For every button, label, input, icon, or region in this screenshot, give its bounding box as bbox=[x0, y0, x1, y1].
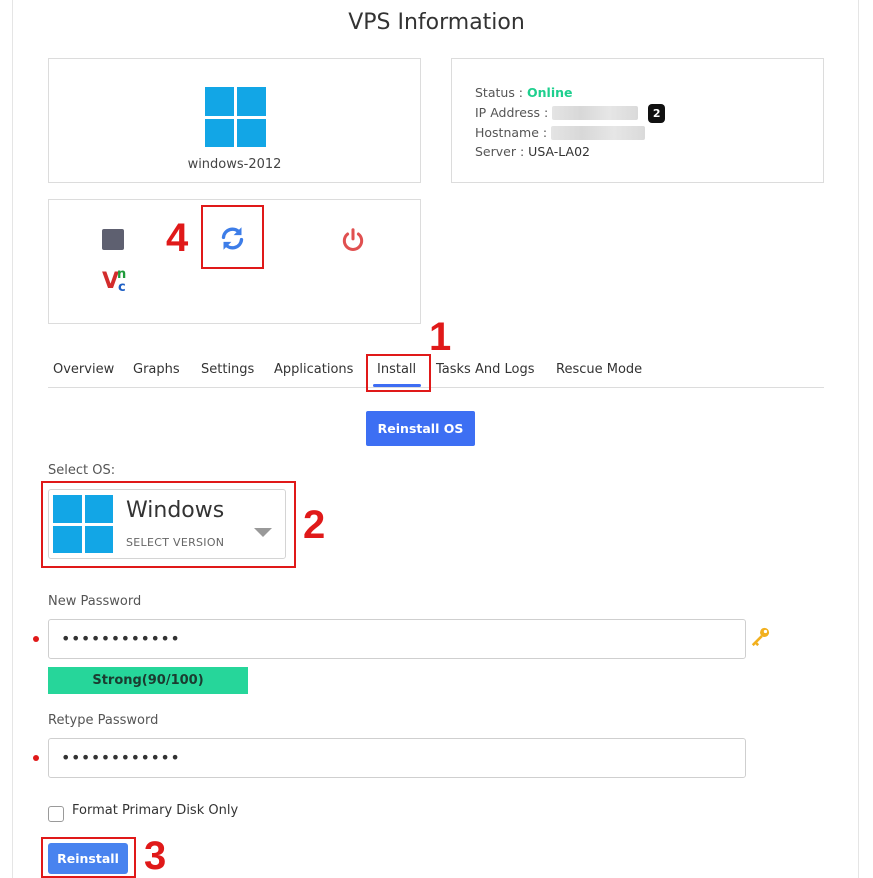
page-title: VPS Information bbox=[348, 10, 525, 35]
tab-overview[interactable]: Overview bbox=[53, 362, 114, 377]
tab-graphs[interactable]: Graphs bbox=[133, 362, 180, 377]
ip-badge: 2 bbox=[648, 103, 666, 123]
new-password-field[interactable]: •••••••••••• bbox=[48, 619, 746, 659]
server-value: USA-LA02 bbox=[528, 144, 590, 159]
server-line: Server : USA-LA02 bbox=[475, 142, 665, 162]
hostname-line: Hostname : bbox=[475, 123, 665, 143]
hostname-label: Hostname : bbox=[475, 124, 548, 140]
reinstall-os-button[interactable]: Reinstall OS bbox=[366, 411, 475, 446]
required-indicator bbox=[33, 755, 39, 761]
tab-bar: Overview Graphs Settings Applications In… bbox=[48, 358, 824, 388]
annotation-1: 1 bbox=[429, 315, 452, 359]
format-disk-checkbox[interactable] bbox=[48, 806, 64, 822]
os-select[interactable]: Windows SELECT VERSION bbox=[48, 489, 286, 559]
format-disk-label[interactable]: Format Primary Disk Only bbox=[72, 803, 238, 818]
required-indicator bbox=[33, 636, 39, 642]
chevron-down-icon[interactable] bbox=[254, 528, 272, 537]
refresh-highlight bbox=[201, 205, 264, 269]
hostname-redacted bbox=[551, 126, 646, 140]
refresh-icon[interactable] bbox=[219, 225, 246, 252]
new-password-label: New Password bbox=[48, 594, 142, 609]
stop-icon[interactable] bbox=[102, 229, 124, 250]
annotation-2: 2 bbox=[303, 503, 326, 547]
os-card: windows-2012 bbox=[48, 58, 421, 183]
reinstall-button[interactable]: Reinstall bbox=[48, 843, 128, 874]
key-icon[interactable] bbox=[749, 627, 771, 647]
status-card: Status : Online IP Address : 2 Hostname … bbox=[451, 58, 824, 183]
ip-redacted bbox=[552, 106, 639, 120]
server-label: Server : bbox=[475, 144, 525, 159]
vnc-icon[interactable]: Vnc bbox=[102, 268, 132, 296]
annotation-4: 4 bbox=[166, 216, 189, 260]
retype-password-label: Retype Password bbox=[48, 713, 159, 728]
install-tab-highlight bbox=[366, 354, 431, 392]
tab-settings[interactable]: Settings bbox=[201, 362, 254, 377]
retype-password-field[interactable]: •••••••••••• bbox=[48, 738, 746, 778]
windows-logo-icon bbox=[205, 87, 266, 147]
tab-applications[interactable]: Applications bbox=[274, 362, 353, 377]
os-name: windows-2012 bbox=[187, 157, 282, 172]
power-icon[interactable] bbox=[340, 227, 366, 253]
status-line: Status : Online bbox=[475, 83, 665, 103]
windows-logo-icon bbox=[53, 495, 113, 553]
ip-label: IP Address : bbox=[475, 104, 549, 120]
tab-rescue-mode[interactable]: Rescue Mode bbox=[556, 362, 642, 377]
os-select-version: SELECT VERSION bbox=[126, 536, 225, 549]
tab-tasks-and-logs[interactable]: Tasks And Logs bbox=[436, 362, 534, 377]
os-select-name: Windows bbox=[126, 498, 225, 523]
select-os-label: Select OS: bbox=[48, 463, 116, 478]
annotation-3: 3 bbox=[144, 834, 167, 878]
status-value: Online bbox=[527, 85, 573, 100]
status-label: Status : bbox=[475, 85, 524, 100]
password-strength-badge: Strong(90/100) bbox=[48, 667, 248, 694]
ip-line: IP Address : 2 bbox=[475, 103, 666, 123]
actions-card: Vnc bbox=[48, 199, 421, 324]
